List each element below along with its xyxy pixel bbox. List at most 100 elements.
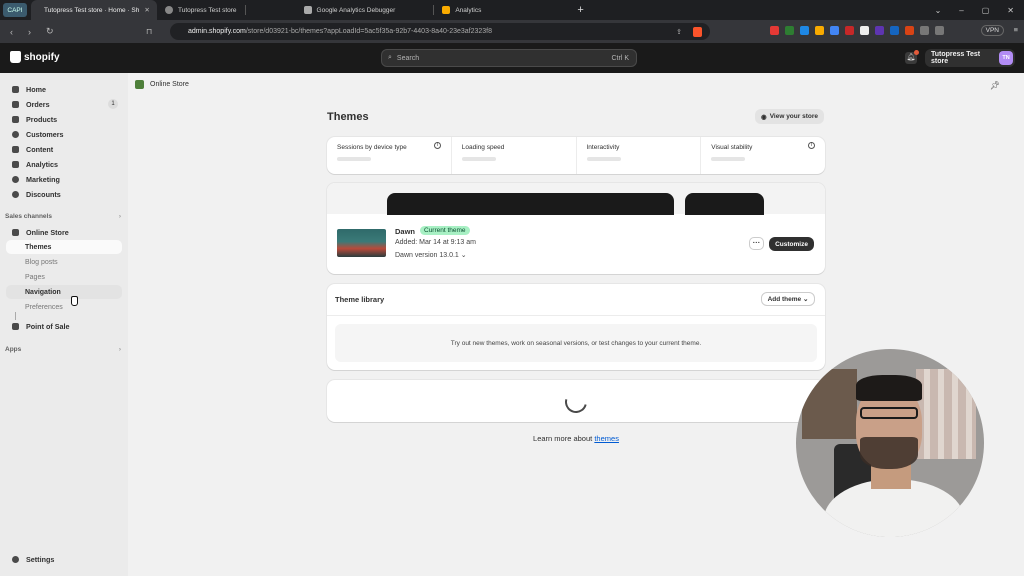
metric-interactivity[interactable]: Interactivity: [577, 137, 702, 174]
maximize-icon[interactable]: ▢: [982, 6, 990, 15]
minimize-icon[interactable]: –: [959, 6, 963, 15]
sidebar-item-blog-posts[interactable]: Blog posts: [6, 255, 122, 269]
add-theme-button[interactable]: Add theme ⌄: [761, 292, 815, 306]
back-icon[interactable]: ‹: [10, 27, 18, 37]
extension-icon[interactable]: [815, 26, 824, 35]
view-store-button[interactable]: ◉ View your store: [755, 109, 824, 124]
bookmark-icon[interactable]: ⊓: [146, 27, 152, 36]
url-field[interactable]: admin.shopify.com/store/d03921-bc/themes…: [170, 23, 710, 40]
pos-icon: [12, 322, 19, 330]
sales-channels-header[interactable]: Sales channels ›: [5, 213, 121, 220]
close-tab-icon[interactable]: ✕: [144, 6, 149, 14]
extension-icon[interactable]: [905, 26, 914, 35]
metric-loading-speed[interactable]: Loading speed: [452, 137, 577, 174]
add-theme-label: Add theme: [767, 295, 802, 303]
sidebar-item-point-of-sale[interactable]: Point of Sale: [6, 319, 122, 333]
metric-label: Loading speed: [461, 144, 505, 151]
extension-icon[interactable]: [890, 26, 899, 35]
apps-header[interactable]: Apps ›: [5, 346, 121, 353]
extension-icon[interactable]: [770, 26, 779, 35]
extension-icon: [303, 6, 312, 14]
tab-ga-debugger[interactable]: Google Analytics Debugger: [296, 0, 404, 20]
breadcrumb[interactable]: Online Store: [135, 80, 189, 89]
sidebar-item-label: Online Store: [26, 227, 69, 237]
tab-analytics[interactable]: Analytics: [434, 0, 489, 20]
sidebar: Home Orders 1 Products Customers Content …: [0, 73, 128, 576]
extension-icon[interactable]: [800, 26, 809, 35]
sidebar-item-online-store[interactable]: Online Store: [6, 225, 122, 239]
puzzle-icon[interactable]: [920, 26, 929, 35]
tab-search-icon[interactable]: ⌄: [935, 6, 942, 15]
sidebar-item-label: Content: [26, 144, 54, 154]
learn-more: Learn more about themes: [327, 434, 825, 443]
sidebar-item-content[interactable]: Content: [6, 142, 122, 156]
chevron-down-icon: ⌄: [802, 296, 809, 303]
presenter-hair: [856, 375, 922, 401]
sidebar-item-marketing[interactable]: Marketing: [6, 172, 122, 186]
close-window-icon[interactable]: ✕: [1007, 6, 1014, 15]
vpn-button[interactable]: VPN: [980, 25, 1004, 36]
pin-icon[interactable]: 📌︎: [990, 81, 1000, 90]
forward-icon[interactable]: ›: [28, 27, 36, 37]
chevron-right-icon: ›: [118, 213, 121, 220]
section-label: Apps: [5, 346, 22, 353]
theme-library-card: Theme library Add theme ⌄ Try out new th…: [327, 284, 825, 370]
sidebar-item-discounts[interactable]: Discounts: [6, 187, 122, 201]
tab-divider: [244, 5, 246, 15]
analytics-icon: [442, 6, 451, 14]
divider: [327, 315, 825, 316]
metric-sessions[interactable]: Sessions by device type i: [327, 137, 452, 174]
learn-more-text: Learn more about: [533, 434, 593, 443]
desktop-preview: [387, 193, 674, 215]
browser-tab-bar: CAPI Tutopress Test store · Home · Sh ✕ …: [0, 0, 1024, 20]
brave-shield-icon[interactable]: [693, 26, 702, 37]
eye-icon: ◉: [761, 113, 767, 121]
themes-link[interactable]: themes: [594, 434, 619, 443]
sidebar-item-analytics[interactable]: Analytics: [6, 157, 122, 171]
extension-icon[interactable]: [830, 26, 839, 35]
sidebar-item-customers[interactable]: Customers: [6, 127, 122, 141]
theme-version: Dawn version 13.0.1: [395, 252, 459, 259]
customize-button[interactable]: Customize: [769, 237, 814, 251]
metric-label: Sessions by device type: [337, 144, 407, 151]
avatar: TN: [999, 51, 1013, 65]
shopify-topbar: shopify ⌕ Search Ctrl K 🔔︎ Tutopress Tes…: [0, 43, 1024, 73]
shopify-logo[interactable]: shopify: [10, 51, 60, 63]
sidebar-item-themes[interactable]: Themes: [6, 240, 122, 254]
notifications-bell-icon[interactable]: 🔔︎: [905, 50, 919, 64]
url-path: /store/d03921-bc/themes?appLoadId=5ac5f3…: [245, 28, 493, 35]
sidebar-item-navigation[interactable]: Navigation: [6, 285, 122, 299]
metrics-card: Sessions by device type i Loading speed …: [327, 137, 825, 174]
sidebar-item-label: Discounts: [26, 189, 61, 199]
store-menu-button[interactable]: Tutopress Test store TN: [925, 49, 1015, 67]
tab-shopify-home[interactable]: Tutopress Test store · Home · Sh ✕: [31, 0, 157, 20]
sidebar-item-pages[interactable]: Pages: [6, 270, 122, 284]
search-placeholder: Search: [396, 54, 420, 62]
sidebar-item-label: Settings: [26, 554, 55, 564]
sidebar-item-preferences[interactable]: Preferences: [6, 300, 122, 314]
search-input[interactable]: ⌕ Search Ctrl K: [381, 49, 637, 67]
document-icon: [12, 145, 19, 153]
tab-capi[interactable]: CAPI: [3, 3, 27, 17]
info-icon[interactable]: i: [433, 142, 441, 149]
info-icon[interactable]: i: [808, 142, 815, 149]
sidebar-item-settings[interactable]: Settings: [6, 552, 122, 566]
extension-icon[interactable]: [785, 26, 794, 35]
metric-visual-stability[interactable]: Visual stability i: [701, 137, 825, 174]
extension-icon[interactable]: [845, 26, 854, 35]
new-tab-icon[interactable]: +: [577, 4, 583, 16]
tab-tutopress[interactable]: Tutopress Test store: [157, 0, 245, 20]
reload-icon[interactable]: ↻: [46, 26, 54, 37]
theme-version-dropdown[interactable]: Dawn version 13.0.1 ⌄: [395, 251, 467, 259]
browser-menu-icon[interactable]: ≡: [1014, 25, 1018, 34]
sidebar-item-orders[interactable]: Orders 1: [6, 97, 122, 111]
sidebar-item-products[interactable]: Products: [6, 112, 122, 126]
sidebar-panel-icon[interactable]: [935, 26, 944, 35]
share-icon[interactable]: ⇪: [676, 28, 682, 36]
extension-icon[interactable]: [875, 26, 884, 35]
extension-icon[interactable]: [860, 26, 869, 35]
sidebar-item-home[interactable]: Home: [6, 82, 122, 96]
sidebar-item-label: Products: [26, 114, 58, 124]
discount-icon: [12, 190, 19, 198]
more-actions-button[interactable]: ···: [749, 237, 764, 250]
